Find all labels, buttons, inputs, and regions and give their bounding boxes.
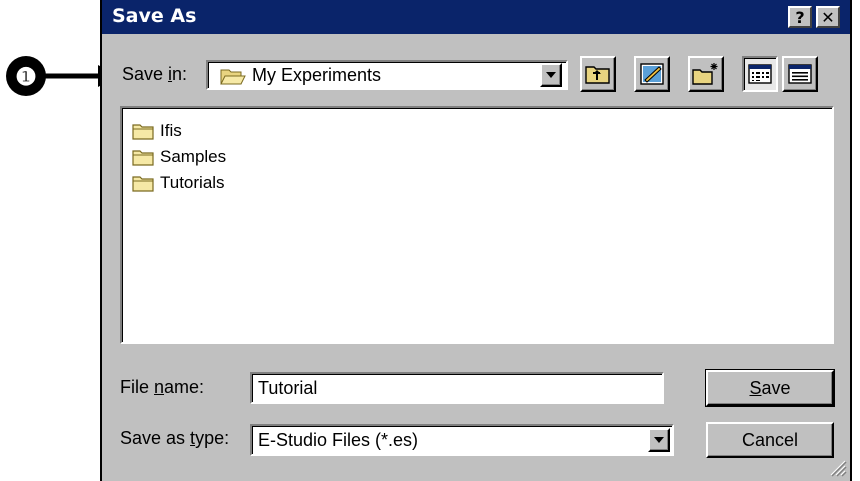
- help-button[interactable]: ?: [788, 6, 812, 28]
- list-item-label: Samples: [160, 147, 227, 166]
- save-as-type-value: E-Studio Files (*.es): [258, 430, 419, 450]
- folder-icon: [132, 150, 154, 166]
- cancel-button[interactable]: Cancel: [706, 422, 834, 458]
- save-button[interactable]: Save: [705, 369, 835, 407]
- save-as-type-dropdown-button[interactable]: [648, 428, 670, 452]
- list-item-label: Tutorials: [160, 173, 225, 192]
- chevron-down-icon: [654, 437, 664, 443]
- new-folder-icon: [692, 63, 718, 85]
- list-item[interactable]: Samples: [132, 144, 226, 170]
- list-view-button[interactable]: [742, 56, 778, 92]
- list-item[interactable]: Tutorials: [132, 170, 226, 196]
- save-in-dropdown-button[interactable]: [540, 63, 562, 87]
- chevron-down-icon: [546, 72, 556, 78]
- save-in-label: Save in:: [122, 64, 188, 84]
- dialog-title: Save As: [112, 5, 197, 27]
- save-as-type-dropdown[interactable]: E-Studio Files (*.es): [250, 424, 674, 456]
- save-in-value: My Experiments: [252, 65, 382, 85]
- folder-icon: [132, 176, 154, 192]
- save-in-dropdown[interactable]: My Experiments: [206, 60, 568, 90]
- file-list[interactable]: Ifis Samples Tutorials: [120, 106, 834, 344]
- desktop-icon: [640, 63, 664, 85]
- open-folder-icon: [220, 69, 246, 85]
- resize-grip-icon[interactable]: [828, 458, 848, 478]
- list-view-icon: [748, 64, 772, 84]
- close-button[interactable]: ✕: [816, 6, 840, 28]
- file-name-input[interactable]: Tutorial: [250, 372, 664, 404]
- details-view-button[interactable]: [782, 56, 818, 92]
- new-folder-button[interactable]: [688, 56, 724, 92]
- up-one-level-icon: [585, 66, 610, 84]
- desktop-button[interactable]: [634, 56, 670, 92]
- list-item-label: Ifis: [160, 121, 182, 140]
- save-as-type-label: Save as type:: [120, 428, 230, 448]
- list-item[interactable]: Ifis: [132, 118, 226, 144]
- up-one-level-button[interactable]: [580, 56, 616, 92]
- folder-icon: [132, 124, 154, 140]
- title-bar[interactable]: Save As ? ✕: [102, 0, 850, 34]
- save-as-dialog: Save As ? ✕ Save in: My Experiments Ifis…: [100, 0, 852, 481]
- details-view-icon: [788, 64, 812, 84]
- file-name-label: File name:: [120, 377, 205, 397]
- file-name-value: Tutorial: [258, 378, 318, 398]
